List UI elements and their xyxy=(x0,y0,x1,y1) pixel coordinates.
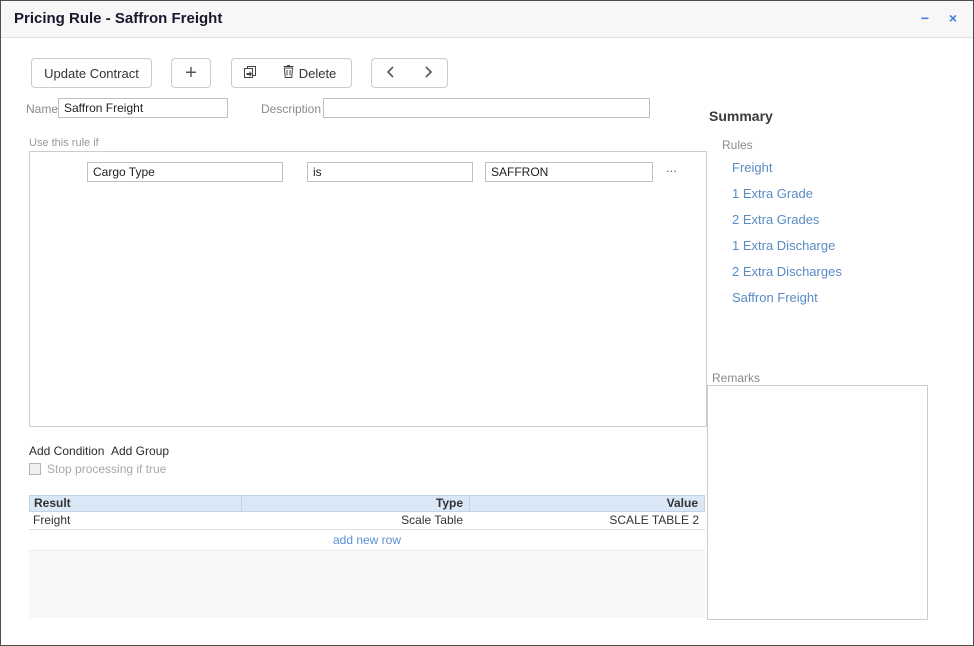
close-icon[interactable]: × xyxy=(949,9,957,27)
condition-builder-area: ... xyxy=(29,151,707,427)
chevron-left-icon xyxy=(386,65,396,82)
copy-icon xyxy=(243,65,257,82)
value-cell: SCALE TABLE 2 xyxy=(469,512,705,529)
condition-value-input[interactable] xyxy=(485,162,653,182)
condition-operator-dropdown[interactable] xyxy=(307,162,473,182)
copy-button[interactable] xyxy=(231,58,269,88)
remarks-label: Remarks xyxy=(712,371,760,385)
pricing-rule-dialog: Pricing Rule - Saffron Freight − × Updat… xyxy=(0,0,974,646)
update-contract-button[interactable]: Update Contract xyxy=(31,58,152,88)
remarks-textarea[interactable] xyxy=(707,385,928,620)
rules-label: Rules xyxy=(722,138,753,152)
condition-more-button[interactable]: ... xyxy=(666,160,677,175)
name-label: Name xyxy=(26,102,58,116)
delete-button-label: Delete xyxy=(299,66,337,81)
rule-link-freight[interactable]: Freight xyxy=(732,160,842,175)
condition-field-dropdown[interactable] xyxy=(87,162,283,182)
add-new-row-link[interactable]: add new row xyxy=(29,530,705,551)
results-table: Result Type Value Freight Scale Table SC… xyxy=(29,495,705,618)
add-rule-button[interactable]: + xyxy=(171,58,211,88)
stop-processing-label: Stop processing if true xyxy=(47,462,166,476)
results-table-header: Result Type Value xyxy=(29,495,705,512)
minimize-icon[interactable]: − xyxy=(921,9,929,27)
rule-link-2-extra-grades[interactable]: 2 Extra Grades xyxy=(732,212,842,227)
chevron-right-icon xyxy=(423,65,433,82)
description-input[interactable] xyxy=(323,98,650,118)
summary-heading: Summary xyxy=(709,108,773,124)
rule-link-saffron-freight[interactable]: Saffron Freight xyxy=(732,290,842,305)
type-cell: Scale Table xyxy=(241,512,469,529)
column-header-value: Value xyxy=(470,496,704,511)
column-header-result: Result xyxy=(30,496,242,511)
rule-link-2-extra-discharges[interactable]: 2 Extra Discharges xyxy=(732,264,842,279)
result-cell: Freight xyxy=(29,512,241,529)
titlebar: Pricing Rule - Saffron Freight − × xyxy=(1,1,973,38)
add-condition-link[interactable]: Add Condition xyxy=(29,444,104,458)
trash-icon xyxy=(283,65,294,81)
use-this-rule-if-label: Use this rule if xyxy=(29,137,99,149)
stop-processing-row: Stop processing if true xyxy=(29,462,166,476)
rule-link-1-extra-grade[interactable]: 1 Extra Grade xyxy=(732,186,842,201)
stop-processing-checkbox[interactable] xyxy=(29,463,41,475)
previous-rule-button[interactable] xyxy=(371,58,410,88)
delete-button[interactable]: Delete xyxy=(268,58,352,88)
add-group-link[interactable]: Add Group xyxy=(111,444,169,458)
next-rule-button[interactable] xyxy=(409,58,448,88)
dialog-title: Pricing Rule - Saffron Freight xyxy=(14,10,222,27)
column-header-type: Type xyxy=(242,496,470,511)
name-input[interactable] xyxy=(58,98,228,118)
table-row[interactable]: Freight Scale Table SCALE TABLE 2 xyxy=(29,512,705,530)
rules-list: Freight 1 Extra Grade 2 Extra Grades 1 E… xyxy=(732,160,842,305)
description-label: Description xyxy=(261,102,321,116)
rule-link-1-extra-discharge[interactable]: 1 Extra Discharge xyxy=(732,238,842,253)
